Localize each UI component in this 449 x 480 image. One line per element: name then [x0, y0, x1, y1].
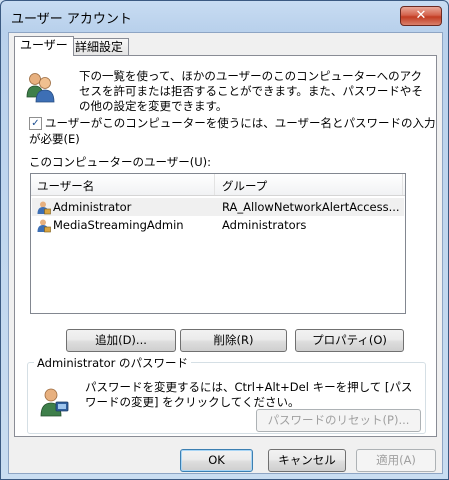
list-header: ユーザー名 グループ [31, 174, 405, 196]
user-name-cell: Administrator [53, 200, 132, 214]
user-group-cell: Administrators [222, 218, 307, 232]
ok-button[interactable]: OK [180, 449, 253, 472]
user-group-cell: RA_AllowNetworkAlertAccess... [222, 200, 400, 214]
close-icon: ✕ [415, 8, 427, 23]
close-button[interactable]: ✕ [400, 6, 442, 26]
intro-text: 下の一覧を使って、ほかのユーザーのこのコンピューターへのアクセスを許可または拒否… [79, 69, 423, 113]
tab-users[interactable]: ユーザー [14, 36, 74, 56]
users-listview[interactable]: ユーザー名 グループ Administrator RA_AllowNetwork… [30, 173, 406, 314]
users-tab-panel: 下の一覧を使って、ほかのユーザーのこのコンピューターへのアクセスを許可または拒否… [14, 55, 437, 437]
dialog-client-area: ユーザー 詳細設定 下の一覧を使って、ほかのユーザーのこのコンピューターへのアク… [8, 32, 443, 474]
password-user-icon [40, 388, 69, 417]
password-groupbox: Administrator のパスワード パスワードを変更するには、Ctrl+A… [27, 355, 426, 434]
column-header-group[interactable]: グループ [222, 178, 267, 194]
cancel-button[interactable]: キャンセル [268, 449, 346, 472]
users-icon [26, 73, 55, 103]
apply-button[interactable]: 適用(A) [356, 449, 436, 472]
user-icon [37, 201, 51, 215]
dialog-window: ユーザー アカウント ✕ ユーザー 詳細設定 下の一覧を使って、ほかのユーザーの… [0, 0, 449, 480]
table-row[interactable]: Administrator RA_AllowNetworkAlertAccess… [32, 198, 404, 216]
column-header-username[interactable]: ユーザー名 [37, 178, 94, 194]
require-login-label: ユーザーがこのコンピューターを使うには、ユーザー名とパスワードの入力が必要(E) [29, 116, 436, 146]
tab-advanced[interactable]: 詳細設定 [69, 38, 130, 56]
remove-user-button[interactable]: 削除(R) [180, 329, 287, 352]
column-separator[interactable] [214, 174, 215, 195]
properties-button[interactable]: プロパティ(O) [295, 329, 404, 352]
password-instructions: パスワードを変更するには、Ctrl+Alt+Del キーを押して [パスワードの… [85, 380, 413, 409]
password-group-legend: Administrator のパスワード [34, 355, 192, 371]
add-user-button[interactable]: 追加(D)... [66, 329, 176, 352]
window-title: ユーザー アカウント [11, 12, 132, 27]
user-icon [37, 219, 51, 233]
table-row[interactable]: MediaStreamingAdmin Administrators [32, 216, 404, 234]
check-icon[interactable]: ✓ [29, 117, 42, 130]
column-separator[interactable] [402, 174, 403, 195]
reset-password-button[interactable]: パスワードのリセット(P)... [256, 409, 421, 432]
require-login-checkbox[interactable]: ✓ ユーザーがこのコンピューターを使うには、ユーザー名とパスワードの入力が必要(E… [29, 115, 436, 147]
user-name-cell: MediaStreamingAdmin [53, 218, 184, 232]
users-list-label: このコンピューターのユーザー(U): [29, 155, 212, 169]
title-bar[interactable]: ユーザー アカウント ✕ [1, 1, 448, 31]
